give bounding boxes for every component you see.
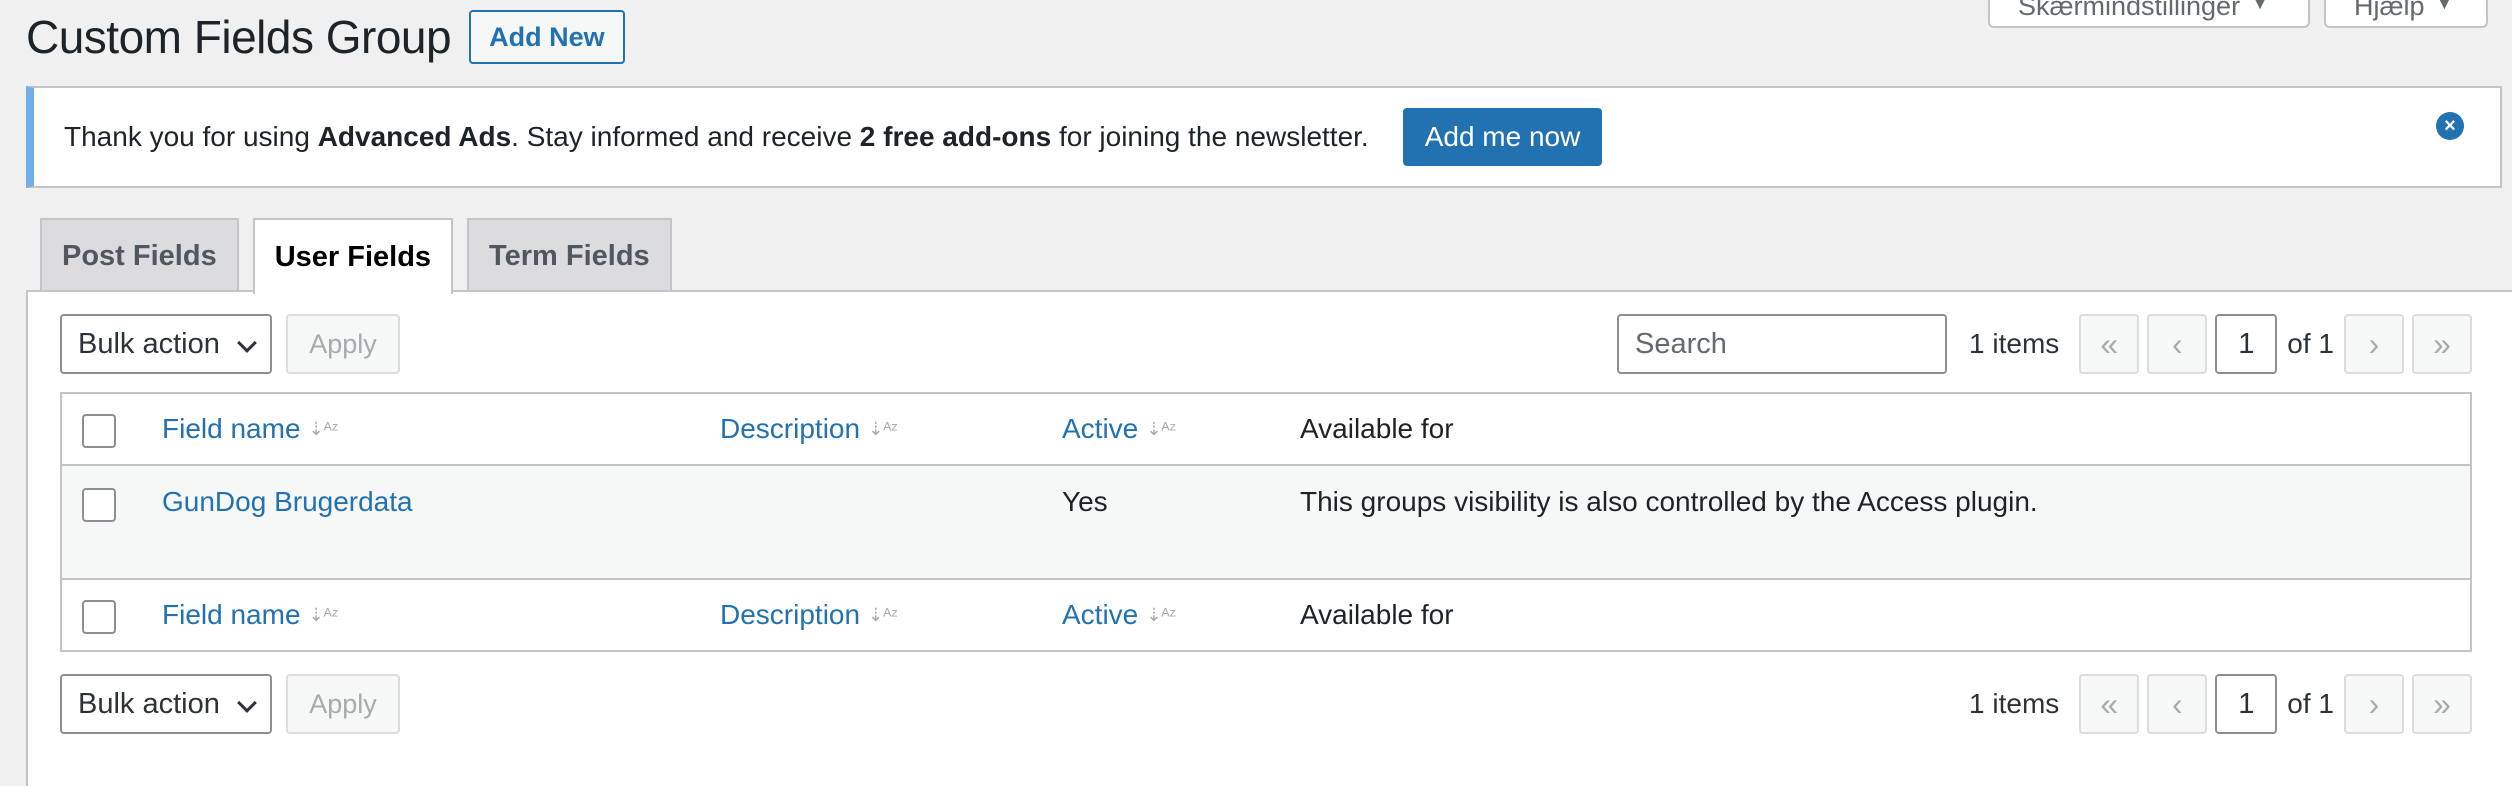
sort-icon: ⇣ᴬᶻ [1146,604,1176,625]
field-group-link[interactable]: GunDog Brugerdata [162,486,413,518]
notice-highlight: 2 free add-ons [859,121,1052,152]
tab-post-fields[interactable]: Post Fields [40,218,239,292]
newsletter-notice: Thank you for using Advanced Ads. Stay i… [26,86,2502,188]
chevron-down-icon [237,333,257,353]
table-header-row: Field name ⇣ᴬᶻ Description ⇣ᴬᶻ Active ⇣ᴬ… [62,394,2470,466]
add-me-now-button[interactable]: Add me now [1402,108,1603,166]
bulk-action-value: Bulk action [78,687,220,720]
column-description[interactable]: Description ⇣ᴬᶻ [720,413,898,445]
field-name-footer: Field name [162,599,301,630]
field-name-header: Field name [162,413,301,444]
caret-down-icon: ▼ [2252,0,2268,13]
pagination-bottom: 1 items « ‹ 1 of 1 › » [1969,674,2472,734]
column-available-for-footer: Available for [1300,599,1454,630]
field-type-tabs: Post Fields User Fields Term Fields [40,218,672,294]
total-pages: of 1 [2287,328,2334,359]
current-page-input[interactable]: 1 [2215,674,2278,734]
help-label: Hjælp [2354,0,2425,21]
first-page-button[interactable]: « [2079,674,2140,734]
apply-button-bottom[interactable]: Apply [286,674,400,734]
items-count: 1 items [1969,688,2060,719]
screen-meta-links: Skærmindstillinger ▼ Hjælp ▼ [1988,0,2488,28]
screen-options-label: Skærmindstillinger [2018,0,2241,21]
next-page-button[interactable]: › [2344,674,2404,734]
sort-icon: ⇣ᴬᶻ [308,418,339,439]
bulk-action-select-bottom[interactable]: Bulk action [60,674,272,734]
sort-icon: ⇣ᴬᶻ [868,604,898,625]
select-all-checkbox-footer[interactable] [82,600,116,634]
items-count: 1 items [1969,328,2060,359]
column-field-name-footer[interactable]: Field name ⇣ᴬᶻ [162,599,338,631]
active-footer: Active [1062,599,1139,630]
chevron-down-icon [237,693,257,713]
tablenav-bottom: Bulk action Apply [60,674,400,734]
description-header: Description [720,413,861,444]
column-active-footer[interactable]: Active ⇣ᴬᶻ [1062,599,1176,631]
sort-icon: ⇣ᴬᶻ [308,604,339,625]
pagination-top: Search 1 items « ‹ 1 of 1 › » [1617,314,2472,374]
select-all-checkbox[interactable] [82,414,116,448]
close-icon[interactable]: × [2436,112,2464,140]
description-footer: Description [720,599,861,630]
notice-text: Thank you for using Advanced Ads. Stay i… [64,121,1369,152]
row-checkbox[interactable] [82,488,116,522]
column-active[interactable]: Active ⇣ᴬᶻ [1062,413,1176,445]
help-tab[interactable]: Hjælp ▼ [2324,0,2488,28]
notice-brand: Advanced Ads [317,121,512,152]
tab-user-fields[interactable]: User Fields [252,218,454,294]
bulk-action-value: Bulk action [78,327,220,360]
last-page-button[interactable]: » [2412,314,2472,374]
row-active: Yes [1062,486,1108,517]
first-page-button[interactable]: « [2079,314,2140,374]
total-pages: of 1 [2287,688,2334,719]
fields-table: Field name ⇣ᴬᶻ Description ⇣ᴬᶻ Active ⇣ᴬ… [60,392,2472,652]
column-description-footer[interactable]: Description ⇣ᴬᶻ [720,599,898,631]
table-footer-row: Field name ⇣ᴬᶻ Description ⇣ᴬᶻ Active ⇣ᴬ… [62,578,2470,650]
table-row: GunDog Brugerdata Yes This groups visibi… [62,466,2470,578]
prev-page-button[interactable]: ‹ [2147,314,2208,374]
tab-term-fields[interactable]: Term Fields [467,218,672,292]
prev-page-button[interactable]: ‹ [2147,674,2208,734]
caret-down-icon: ▼ [2436,0,2453,13]
tab-panel: Bulk action Apply Search 1 items « ‹ 1 o… [26,290,2512,786]
page-title: Custom Fields Group [26,11,452,63]
active-header: Active [1062,413,1139,444]
row-available-for: This groups visibility is also controlle… [1300,486,2038,517]
last-page-button[interactable]: » [2412,674,2472,734]
column-field-name[interactable]: Field name ⇣ᴬᶻ [162,413,338,445]
tablenav-top: Bulk action Apply [60,314,400,374]
sort-icon: ⇣ᴬᶻ [868,418,898,439]
next-page-button[interactable]: › [2344,314,2404,374]
page-header: Custom Fields Group Add New [26,10,625,64]
column-available-for: Available for [1300,413,1454,444]
apply-button[interactable]: Apply [286,314,400,374]
screen-options-tab[interactable]: Skærmindstillinger ▼ [1988,0,2310,28]
bulk-action-select[interactable]: Bulk action [60,314,272,374]
sort-icon: ⇣ᴬᶻ [1146,418,1176,439]
add-new-button[interactable]: Add New [469,10,625,64]
current-page-input[interactable]: 1 [2215,314,2278,374]
search-input[interactable]: Search [1617,314,1948,374]
